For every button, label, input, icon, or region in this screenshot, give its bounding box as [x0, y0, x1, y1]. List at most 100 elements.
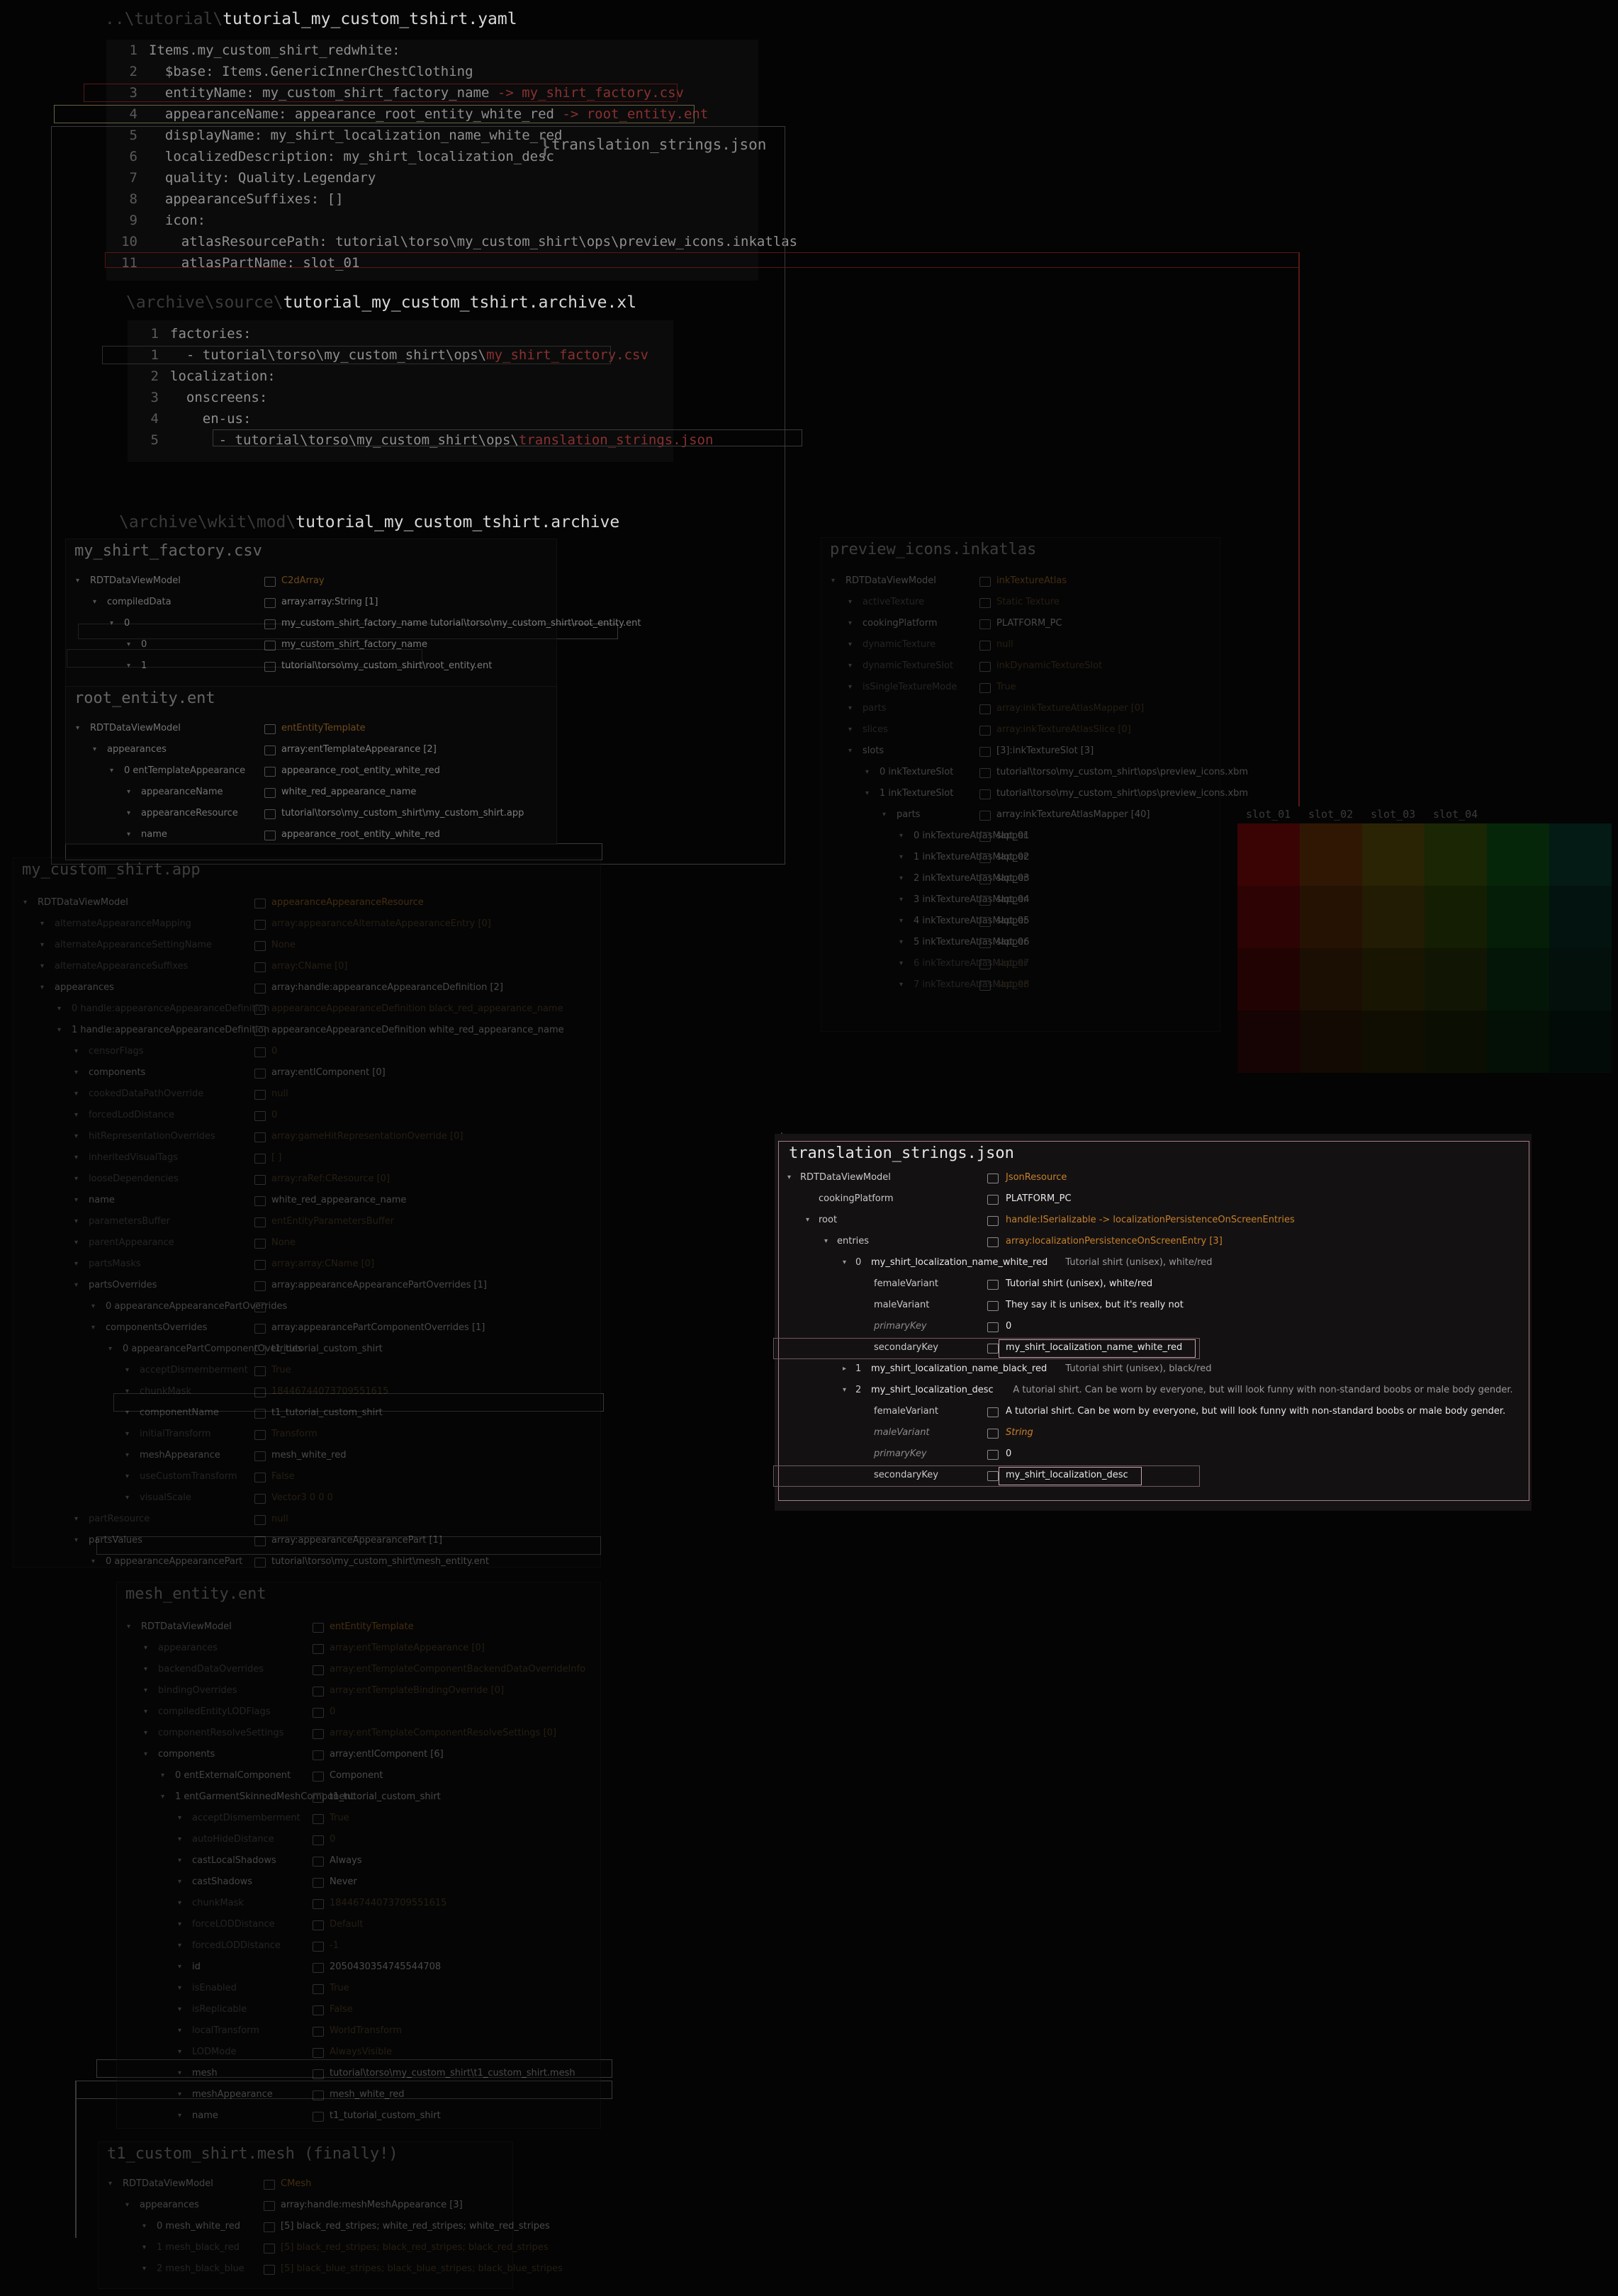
- tree-row[interactable]: ▾ mesh tutorial\torso\my_custom_shirt\t1_c…: [117, 2063, 600, 2084]
- expand-arrow-icon[interactable]: ▾: [125, 1381, 129, 1402]
- tree-row[interactable]: ▾ looseDependencies array:raRef:CResource …: [13, 1169, 600, 1190]
- tree-row[interactable]: ▾ parentAppearance None: [13, 1232, 600, 1254]
- tree-row[interactable]: ▾ 1 mesh_black_red [5] black_red_stripes; …: [99, 2237, 549, 2258]
- expand-arrow-icon[interactable]: ▾: [127, 655, 130, 677]
- expand-arrow-icon[interactable]: ▾: [899, 826, 903, 847]
- tree-row[interactable]: ▾ autoHideDistance 0: [117, 1829, 600, 1850]
- tree-row[interactable]: ▾ slots [3]:inkTextureSlot [3]: [821, 741, 1220, 762]
- expand-arrow-icon[interactable]: ▾: [882, 804, 886, 826]
- expand-arrow-icon[interactable]: ▾: [848, 634, 852, 655]
- expand-arrow-icon[interactable]: ▾: [74, 1169, 78, 1190]
- translation-row[interactable]: maleVariant String: [779, 1422, 1529, 1444]
- tree-row[interactable]: ▾ meshAppearance mesh_white_red: [117, 2084, 600, 2105]
- expand-arrow-icon[interactable]: ▾: [91, 1317, 95, 1339]
- tree-row[interactable]: ▾ localTransform WorldTransform: [117, 2020, 600, 2042]
- tree-row[interactable]: ▾ isEnabled True: [117, 1978, 600, 1999]
- expand-arrow-icon[interactable]: ▾: [178, 2020, 181, 2042]
- expand-arrow-icon[interactable]: ▾: [848, 741, 852, 762]
- expand-arrow-icon[interactable]: ▾: [144, 1723, 147, 1744]
- tree-row[interactable]: ▾ acceptDismemberment True: [13, 1360, 600, 1381]
- tree-row[interactable]: ▾ RDTDataViewModel entEntityTemplate: [66, 718, 556, 739]
- tree-row[interactable]: ▾ chunkMask 18446744073709551615: [13, 1381, 600, 1402]
- expand-arrow-icon[interactable]: ▾: [127, 782, 130, 803]
- tree-row[interactable]: ▾ compiledEntityLODFlags 0: [117, 1701, 600, 1723]
- tree-row[interactable]: ▾ 0 entTemplateAppearance appearance_root_…: [66, 760, 556, 782]
- expand-arrow-icon[interactable]: ▾: [899, 932, 903, 953]
- expand-arrow-icon[interactable]: ▾: [178, 1850, 181, 1872]
- expand-arrow-icon[interactable]: ▾: [57, 1020, 61, 1041]
- expand-arrow-icon[interactable]: ▾: [178, 1893, 181, 1914]
- expand-arrow-icon[interactable]: ▾: [178, 1957, 181, 1978]
- translation-row[interactable]: ▾ 0 my_shirt_localization_name_white_red Tu…: [779, 1252, 1529, 1273]
- tree-row[interactable]: ▾ dynamicTextureSlot inkDynamicTextureSlot: [821, 655, 1220, 677]
- expand-arrow-icon[interactable]: ▾: [178, 1978, 181, 1999]
- expand-arrow-icon[interactable]: ▾: [178, 1872, 181, 1893]
- tree-row[interactable]: ▾ 0 my_custom_shirt_factory_name tutorial\…: [66, 613, 641, 634]
- expand-arrow-icon[interactable]: ▾: [161, 1765, 164, 1786]
- expand-arrow-icon[interactable]: ▾: [125, 2195, 129, 2216]
- expand-arrow-icon[interactable]: ▾: [57, 998, 61, 1020]
- expand-arrow-icon[interactable]: ▾: [74, 1084, 78, 1105]
- expand-arrow-icon[interactable]: ▾: [806, 1210, 809, 1231]
- tree-row[interactable]: ▾ isReplicable False: [117, 1999, 600, 2020]
- expand-arrow-icon[interactable]: ▾: [127, 824, 130, 845]
- expand-arrow-icon[interactable]: ▾: [74, 1105, 78, 1126]
- translation-row[interactable]: femaleVariant Tutorial shirt (unisex), wh…: [779, 1273, 1529, 1295]
- tree-row[interactable]: ▾ componentResolveSettings array:entTempla…: [117, 1723, 600, 1744]
- expand-arrow-icon[interactable]: ▾: [74, 1275, 78, 1296]
- expand-arrow-icon[interactable]: ▾: [899, 889, 903, 911]
- tree-row[interactable]: ▾ id 2050430354745544708: [117, 1957, 600, 1978]
- expand-arrow-icon[interactable]: ▾: [865, 783, 869, 804]
- tree-row[interactable]: ▾ activeTexture Static Texture: [821, 592, 1220, 613]
- tree-row[interactable]: ▾ hitRepresentationOverrides array:gameHit…: [13, 1126, 600, 1147]
- expand-arrow-icon[interactable]: ▾: [108, 2173, 112, 2195]
- expand-arrow-icon[interactable]: ▾: [831, 570, 835, 592]
- expand-arrow-icon[interactable]: ▾: [74, 1062, 78, 1084]
- expand-arrow-icon[interactable]: ▾: [899, 847, 903, 868]
- expand-arrow-icon[interactable]: ▾: [93, 592, 96, 613]
- tree-row[interactable]: ▾ alternateAppearanceSuffixes array:CName …: [13, 956, 600, 977]
- tree-row[interactable]: ▾ useCustomTransform False: [13, 1466, 600, 1487]
- tree-row[interactable]: ▾ 0 appearancePartComponentOverrides t1_tu…: [13, 1339, 600, 1360]
- tree-row[interactable]: ▾ 0 my_custom_shirt_factory_name: [66, 634, 556, 655]
- translation-row[interactable]: primaryKey 0: [779, 1316, 1529, 1337]
- tree-row[interactable]: ▾ visualScale Vector3 0 0 0: [13, 1487, 600, 1509]
- translation-row[interactable]: cookingPlatform PLATFORM_PC: [779, 1188, 1529, 1210]
- tree-row[interactable]: ▾ components array:entIComponent [0]: [13, 1062, 600, 1084]
- tree-row[interactable]: ▾ RDTDataViewModel appearanceAppearanceRes…: [13, 892, 600, 913]
- expand-arrow-icon[interactable]: ▾: [74, 1232, 78, 1254]
- expand-arrow-icon[interactable]: ▾: [125, 1466, 129, 1487]
- expand-arrow-icon[interactable]: ▾: [142, 2216, 146, 2237]
- expand-arrow-icon[interactable]: ▾: [108, 1339, 112, 1360]
- expand-arrow-icon[interactable]: ▾: [74, 1254, 78, 1275]
- expand-arrow-icon[interactable]: ▾: [110, 760, 113, 782]
- tree-row[interactable]: ▾ LODMode AlwaysVisible: [117, 2042, 600, 2063]
- expand-arrow-icon[interactable]: ▾: [787, 1167, 791, 1188]
- expand-arrow-icon[interactable]: ▾: [23, 892, 27, 913]
- translation-row[interactable]: ▾ root handle:ISerializable -> localizatio…: [779, 1210, 1529, 1231]
- expand-arrow-icon[interactable]: ▾: [865, 762, 869, 783]
- expand-arrow-icon[interactable]: ▾: [76, 718, 79, 739]
- expand-arrow-icon[interactable]: ▾: [127, 634, 130, 655]
- tree-row[interactable]: ▾ appearances array:handle:meshMeshAppeara…: [99, 2195, 512, 2216]
- expand-arrow-icon[interactable]: ▾: [144, 1638, 147, 1659]
- expand-arrow-icon[interactable]: ▾: [848, 677, 852, 698]
- expand-arrow-icon[interactable]: ▾: [74, 1530, 78, 1551]
- tree-row[interactable]: ▾ partsOverrides array:appearanceAppearanc…: [13, 1275, 600, 1296]
- expand-arrow-icon[interactable]: ▾: [843, 1380, 846, 1401]
- tree-row[interactable]: ▾ 0 appearanceAppearancePart tutorial\tors…: [13, 1551, 600, 1572]
- tree-row[interactable]: ▾ 0 mesh_white_red [5] black_red_stripes; …: [99, 2216, 550, 2237]
- expand-arrow-icon[interactable]: ▾: [74, 1041, 78, 1062]
- expand-arrow-icon[interactable]: ▾: [848, 698, 852, 719]
- tree-row[interactable]: ▾ 1 inkTextureSlot tutorial\torso\my_custo…: [821, 783, 1248, 804]
- tree-row[interactable]: ▾ acceptDismemberment True: [117, 1808, 600, 1829]
- expand-arrow-icon[interactable]: ▾: [899, 868, 903, 889]
- tree-row[interactable]: ▾ 7 inkTextureAtlasMapper slot_08: [821, 974, 1220, 996]
- tree-row[interactable]: ▾ RDTDataViewModel C2dArray: [66, 570, 556, 592]
- tree-row[interactable]: ▾ forcedLODDistance -1: [117, 1935, 600, 1957]
- tree-row[interactable]: ▾ parts array:inkTextureAtlasMapper [40]: [821, 804, 1220, 826]
- translation-row[interactable]: femaleVariant A tutorial shirt. Can be wo…: [779, 1401, 1529, 1422]
- expand-arrow-icon[interactable]: ▾: [144, 1744, 147, 1765]
- expand-arrow-icon[interactable]: ▾: [127, 803, 130, 824]
- tree-row[interactable]: ▾ inheritedVisualTags [ ]: [13, 1147, 600, 1169]
